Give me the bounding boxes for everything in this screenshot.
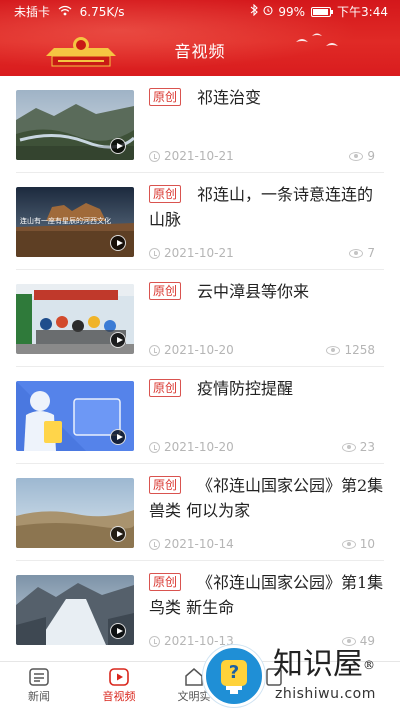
clock-icon: [149, 538, 160, 550]
tab-news[interactable]: 新闻: [9, 666, 69, 704]
play-icon[interactable]: [110, 235, 126, 251]
site-watermark: ? 知识屋® zhishiwu.com: [203, 641, 400, 711]
tab-label: 新闻: [28, 690, 50, 703]
video-title[interactable]: 云中漳县等你来: [149, 279, 385, 304]
page-title: 音视频: [174, 42, 226, 61]
publish-date: 2021-10-21: [149, 149, 234, 163]
video-thumbnail[interactable]: [16, 478, 134, 548]
play-icon[interactable]: [110, 332, 126, 348]
home-icon: [183, 666, 205, 688]
view-count: 23: [341, 440, 375, 454]
eye-icon: [349, 151, 364, 161]
video-list-item[interactable]: 原创 疫情防控提醒 2021-10-20 23: [0, 367, 400, 464]
tab-audio-video[interactable]: 音视频: [89, 666, 149, 704]
publish-date: 2021-10-20: [149, 440, 234, 454]
clock-icon: [149, 247, 160, 259]
video-title[interactable]: 《祁连山国家公园》第1集 鸟类 新生命: [149, 570, 385, 620]
date-text: 2021-10-20: [164, 440, 234, 454]
video-thumbnail[interactable]: [16, 90, 134, 160]
eye-icon: [341, 539, 356, 549]
view-count: 1258: [326, 343, 375, 357]
video-list-item[interactable]: 原创 《祁连山国家公园》第2集 兽类 何以为家 2021-10-14 10: [0, 464, 400, 561]
video-thumbnail[interactable]: 连山有一座有星辰的河西文化: [16, 187, 134, 257]
clock-icon: [149, 441, 160, 453]
video-list-item[interactable]: 原创 祁连治变 2021-10-21 9: [0, 76, 400, 173]
view-count-text: 10: [359, 537, 375, 551]
clock-icon: [149, 150, 160, 162]
registered-mark: ®: [363, 658, 375, 672]
status-bar: 未插卡 6.75K/s 99% 下午3:44: [0, 0, 400, 24]
question-mark: ?: [221, 660, 247, 686]
video-list-item[interactable]: 连山有一座有星辰的河西文化 原创 祁连山，一条诗意连连的山脉 2021-10-2…: [0, 173, 400, 270]
video-play-icon: [108, 666, 130, 688]
view-count: 10: [341, 537, 375, 551]
news-icon: [28, 666, 50, 688]
play-icon[interactable]: [110, 526, 126, 542]
play-icon[interactable]: [110, 623, 126, 639]
view-count: 7: [349, 246, 375, 260]
wifi-icon: [58, 0, 72, 24]
video-title[interactable]: 祁连治变: [149, 85, 385, 110]
bluetooth-icon: [250, 0, 259, 24]
publish-date: 2021-10-21: [149, 246, 234, 260]
battery-percent: 99%: [278, 5, 306, 19]
thumbnail-caption: 连山有一座有星辰的河西文化: [20, 217, 111, 225]
eye-icon: [326, 345, 341, 355]
publish-date: 2021-10-14: [149, 537, 234, 551]
app-header: 未插卡 6.75K/s 99% 下午3:44 音视频: [0, 0, 400, 76]
video-title[interactable]: 《祁连山国家公园》第2集 兽类 何以为家: [149, 473, 385, 523]
eye-icon: [341, 442, 356, 452]
eye-icon: [349, 248, 364, 258]
video-list-item[interactable]: 原创 云中漳县等你来 2021-10-20 1258: [0, 270, 400, 367]
view-count-text: 23: [359, 440, 375, 454]
view-count-text: 7: [367, 246, 375, 260]
clock-icon: [149, 635, 160, 647]
play-icon[interactable]: [110, 429, 126, 445]
watermark-domain: zhishiwu.com: [275, 686, 376, 702]
date-text: 2021-10-20: [164, 343, 234, 357]
date-text: 2021-10-21: [164, 149, 234, 163]
video-thumbnail[interactable]: [16, 284, 134, 354]
watermark-name: 知识屋: [273, 647, 363, 682]
date-text: 2021-10-21: [164, 246, 234, 260]
tab-label: 音视频: [102, 690, 136, 703]
view-count-text: 9: [367, 149, 375, 163]
battery-icon: [311, 7, 334, 17]
date-text: 2021-10-14: [164, 537, 234, 551]
video-title[interactable]: 祁连山，一条诗意连连的山脉: [149, 182, 385, 232]
video-title[interactable]: 疫情防控提醒: [149, 376, 385, 401]
carrier-label: 未插卡: [14, 5, 51, 19]
video-thumbnail[interactable]: [16, 575, 134, 645]
publish-date: 2021-10-20: [149, 343, 234, 357]
network-speed: 6.75K/s: [79, 5, 125, 19]
alarm-icon: [262, 0, 274, 24]
clock-time: 下午3:44: [337, 5, 388, 19]
view-count: 9: [349, 149, 375, 163]
clock-icon: [149, 344, 160, 356]
view-count-text: 1258: [344, 343, 375, 357]
question-badge-icon: ?: [203, 645, 265, 707]
watermark-title: 知识屋®: [273, 647, 375, 683]
video-thumbnail[interactable]: [16, 381, 134, 451]
play-icon[interactable]: [110, 138, 126, 154]
